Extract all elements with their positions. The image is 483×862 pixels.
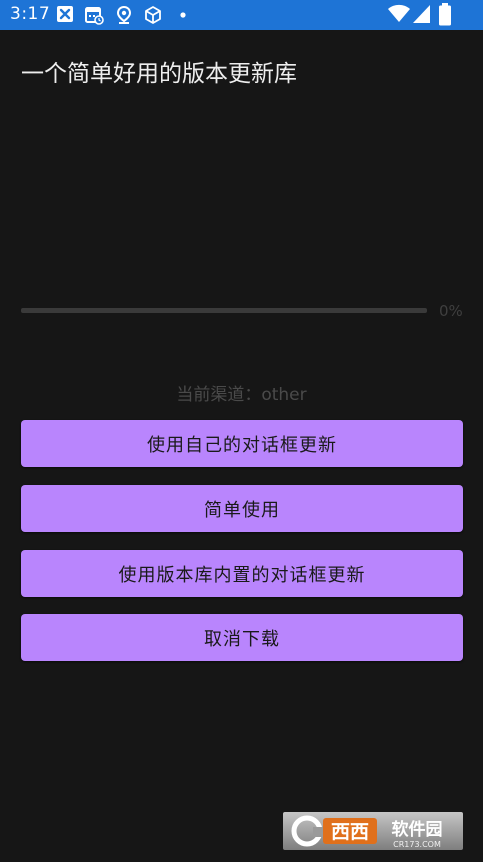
cancel-download-button[interactable]: 取消下载 — [21, 614, 463, 661]
location-icon — [115, 5, 135, 25]
battery-icon — [438, 3, 458, 26]
builtin-dialog-update-button[interactable]: 使用版本库内置的对话框更新 — [21, 550, 463, 597]
svg-text:CR173.COM: CR173.COM — [393, 840, 441, 849]
progress-percent-label: 0% — [439, 302, 463, 320]
simple-use-button[interactable]: 简单使用 — [21, 485, 463, 532]
x-notification-icon — [56, 5, 76, 25]
status-time: 3:17 — [10, 4, 51, 24]
site-watermark-logo: 西西 软件园 CR173.COM — [283, 812, 463, 850]
calendar-icon — [84, 5, 104, 25]
signal-icon — [412, 4, 432, 24]
wifi-icon — [387, 4, 410, 24]
custom-dialog-update-button[interactable]: 使用自己的对话框更新 — [21, 420, 463, 467]
page-title: 一个简单好用的版本更新库 — [21, 61, 297, 87]
status-bar: 3:17 — [0, 0, 483, 30]
box-icon — [143, 5, 163, 25]
current-channel-label: 当前渠道：other — [176, 385, 307, 405]
svg-text:西西: 西西 — [331, 821, 369, 843]
dot-icon — [178, 5, 198, 25]
download-progress-bar — [21, 308, 427, 313]
svg-text:软件园: 软件园 — [392, 819, 443, 840]
